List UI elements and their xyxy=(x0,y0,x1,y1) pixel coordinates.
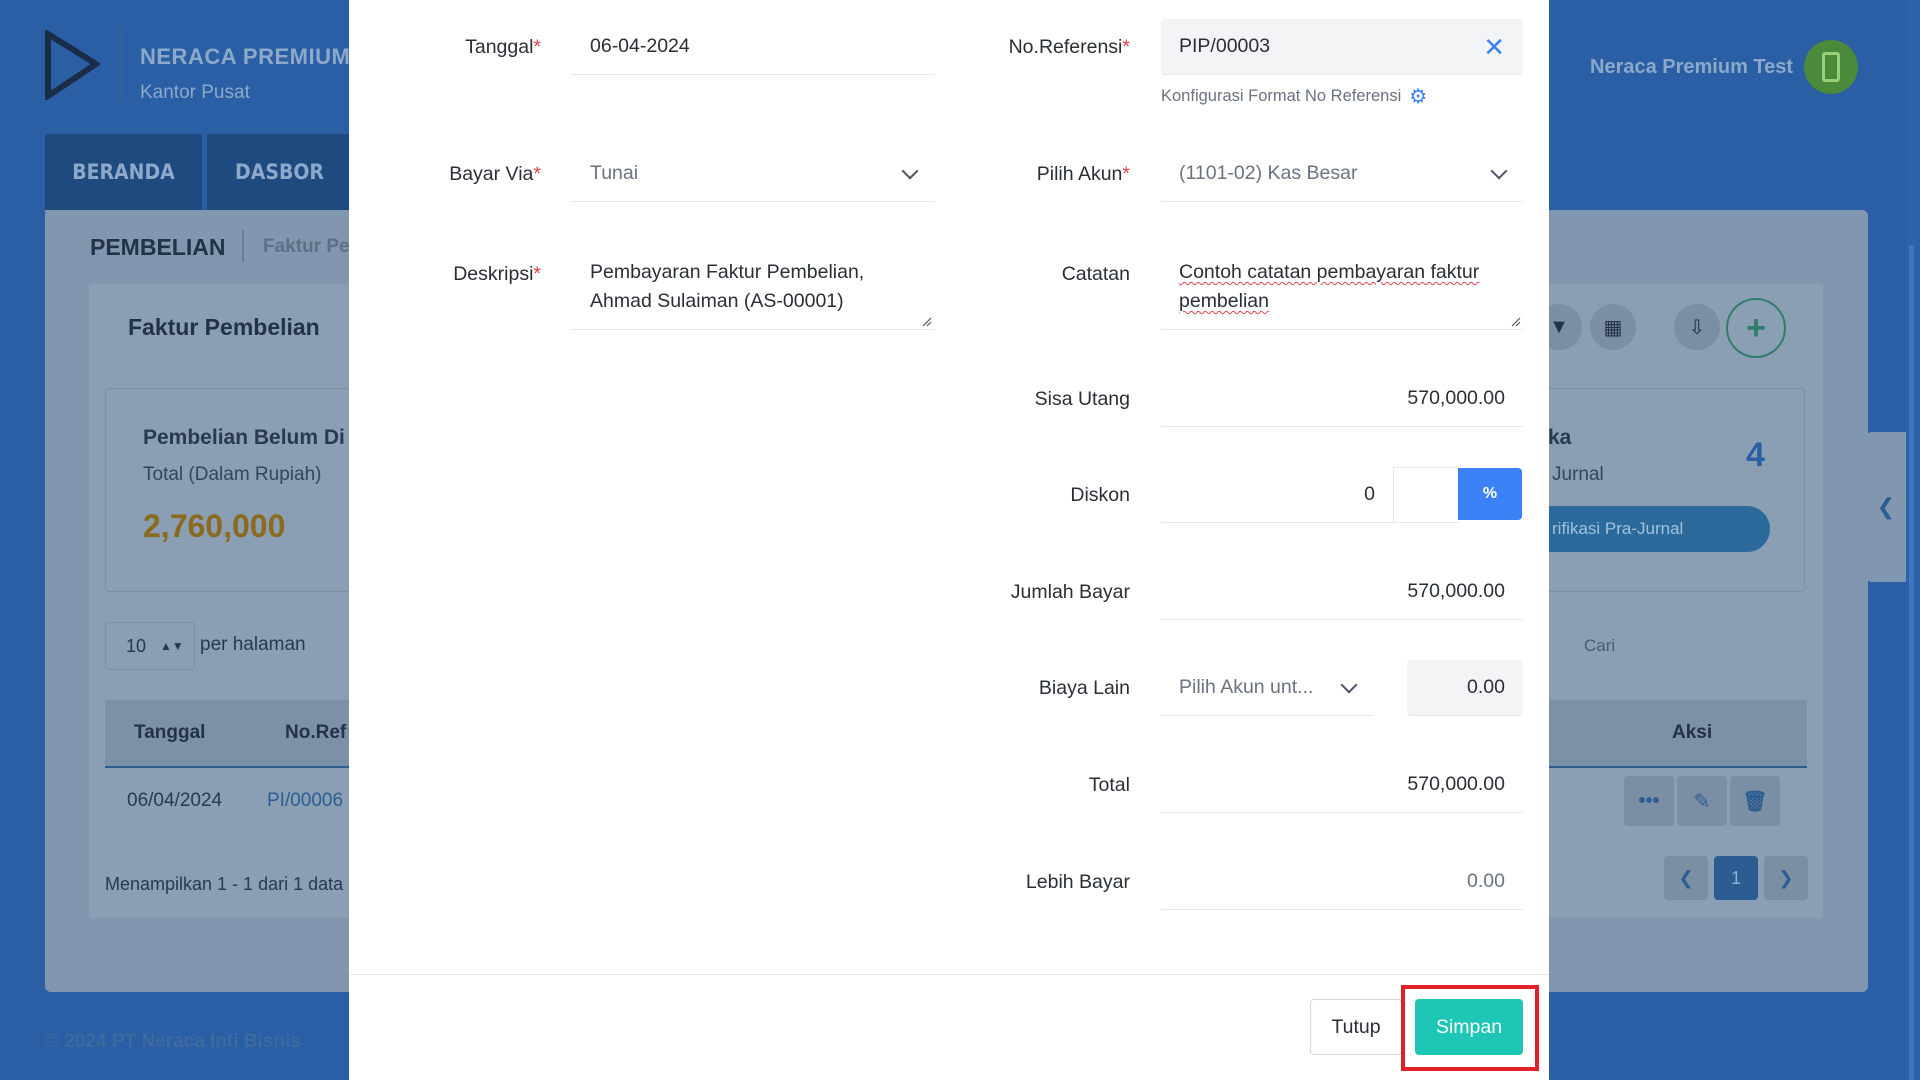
bayar-via-select[interactable]: Tunai xyxy=(572,146,934,202)
user-avatar[interactable] xyxy=(1804,40,1858,94)
logo-divider xyxy=(121,26,123,102)
nav-tab-beranda[interactable]: BERANDA xyxy=(45,134,202,210)
stat-card-unpaid xyxy=(105,388,365,592)
save-button[interactable]: Simpan xyxy=(1415,999,1523,1055)
card-title: Faktur Pembelian xyxy=(128,314,320,340)
brand-name: NERACA PREMIUM xyxy=(140,44,351,69)
lebih-bayar-label: Lebih Bayar xyxy=(1025,871,1130,893)
page-button-current[interactable]: 1 xyxy=(1714,856,1758,900)
verify-prejournal-button[interactable]: rifikasi Pra-Jurnal xyxy=(1548,506,1770,552)
td-date: 06/04/2024 xyxy=(127,790,223,811)
diskon-input[interactable]: 0 xyxy=(1161,467,1393,523)
pilih-akun-label: Pilih Akun* xyxy=(1036,163,1130,185)
stat-prejournal-count: 4 xyxy=(1746,436,1765,474)
payment-modal: Tanggal* 06-04-2024 No.Referensi* PIP/00… xyxy=(349,0,1549,1080)
percent-toggle-button[interactable]: % xyxy=(1458,468,1522,520)
phone-icon xyxy=(1822,52,1840,82)
stat-unpaid-label: Pembelian Belum Di xyxy=(143,426,345,449)
deskripsi-label: Deskripsi* xyxy=(453,263,541,285)
noref-label: No.Referensi* xyxy=(1008,36,1130,58)
add-button[interactable]: + xyxy=(1726,298,1786,358)
import-icon[interactable]: ⇩ xyxy=(1674,304,1720,350)
catatan-line-1: Contoh catatan pembayaran faktur xyxy=(1179,261,1480,283)
chevron-down-icon xyxy=(1340,676,1358,693)
th-noref[interactable]: No.Ref xyxy=(285,722,346,744)
total-label: Total xyxy=(1088,774,1130,796)
more-icon[interactable]: ••• xyxy=(1624,776,1674,826)
clear-icon[interactable]: ✕ xyxy=(1483,34,1505,60)
stat-prejournal-sub: Jurnal xyxy=(1552,464,1604,485)
bayar-via-label: Bayar Via* xyxy=(449,163,541,185)
th-aksi: Aksi xyxy=(1672,722,1713,743)
grid-icon[interactable]: ▦ xyxy=(1590,304,1636,350)
breadcrumb-title: PEMBELIAN xyxy=(90,234,226,260)
stat-unpaid-value: 2,760,000 xyxy=(143,508,286,544)
lebih-bayar-input: 0.00 xyxy=(1161,854,1523,910)
stat-prejournal-label: ka xyxy=(1548,426,1572,449)
per-page-value: 10 xyxy=(126,635,147,656)
side-panel-toggle[interactable]: ❮ xyxy=(1866,432,1906,582)
resize-handle-icon[interactable] xyxy=(1509,315,1521,327)
catatan-line-2: pembelian xyxy=(1179,290,1269,312)
stat-unpaid-sub: Total (Dalam Rupiah) xyxy=(143,464,322,485)
tanggal-input[interactable]: 06-04-2024 xyxy=(572,19,934,75)
stat-card-prejournal xyxy=(1545,388,1805,592)
copyright: © 2024 PT Neraca Inti Bisnis xyxy=(45,1031,301,1052)
modal-footer-divider xyxy=(349,974,1549,975)
jumlah-bayar-label: Jumlah Bayar xyxy=(1010,581,1130,603)
deskripsi-line-1: Pembayaran Faktur Pembelian, xyxy=(590,261,865,283)
config-format-link[interactable]: Konfigurasi Format No Referensi ⚙ xyxy=(1161,84,1427,109)
biaya-lain-label: Biaya Lain xyxy=(1038,677,1130,699)
app-logo xyxy=(45,30,100,100)
pilih-akun-select[interactable]: (1101-02) Kas Besar xyxy=(1161,146,1523,202)
diskon-percent-input[interactable] xyxy=(1393,467,1459,523)
edit-icon[interactable]: ✎ xyxy=(1677,776,1727,826)
catatan-textarea[interactable]: Contoh catatan pembayaran faktur pembeli… xyxy=(1161,246,1523,330)
jumlah-bayar-input[interactable]: 570,000.00 xyxy=(1161,564,1523,620)
search-input[interactable]: Cari xyxy=(1584,636,1615,656)
breadcrumb-separator xyxy=(242,230,244,262)
nav-tab-dasbor[interactable]: DASBOR xyxy=(207,134,352,210)
prev-page-icon[interactable]: ❮ xyxy=(1664,856,1708,900)
resize-handle-icon[interactable] xyxy=(920,315,932,327)
per-page-label: per halaman xyxy=(200,634,306,655)
total-input: 570,000.00 xyxy=(1161,757,1523,813)
trash-icon[interactable]: 🗑 xyxy=(1730,776,1780,826)
sisa-utang-input: 570,000.00 xyxy=(1161,371,1523,427)
deskripsi-textarea[interactable]: Pembayaran Faktur Pembelian, Ahmad Sulai… xyxy=(572,246,934,330)
table-footer-info: Menampilkan 1 - 1 dari 1 data xyxy=(105,874,344,894)
sisa-utang-label: Sisa Utang xyxy=(1034,388,1130,410)
breadcrumb-current[interactable]: Faktur Pe xyxy=(263,236,350,258)
chevron-down-icon xyxy=(1490,162,1508,179)
diskon-label: Diskon xyxy=(1070,484,1130,506)
noref-input[interactable]: PIP/00003 ✕ xyxy=(1161,19,1523,75)
scrollbar-thumb[interactable] xyxy=(1909,245,1914,1080)
chevron-left-icon: ❮ xyxy=(1876,494,1896,519)
sort-arrows-icon: ▲▼ xyxy=(160,639,184,653)
biaya-lain-amount-input[interactable]: 0.00 xyxy=(1407,660,1523,716)
th-tanggal[interactable]: Tanggal xyxy=(134,722,205,744)
td-ref-link[interactable]: PI/00006 xyxy=(267,790,343,812)
catatan-label: Catatan xyxy=(1061,263,1130,285)
deskripsi-line-2: Ahmad Sulaiman (AS-00001) xyxy=(590,290,844,312)
tanggal-label: Tanggal* xyxy=(465,36,541,58)
per-page-select[interactable]: 10 ▲▼ xyxy=(105,622,195,670)
next-page-icon[interactable]: ❯ xyxy=(1764,856,1808,900)
brand-branch: Kantor Pusat xyxy=(140,82,250,103)
close-button[interactable]: Tutup xyxy=(1310,999,1402,1055)
user-name[interactable]: Neraca Premium Test xyxy=(1590,56,1793,79)
page-scrollbar[interactable] xyxy=(1906,0,1920,1080)
biaya-lain-account-select[interactable]: Pilih Akun unt... xyxy=(1161,660,1373,716)
gears-icon: ⚙ xyxy=(1409,86,1428,108)
